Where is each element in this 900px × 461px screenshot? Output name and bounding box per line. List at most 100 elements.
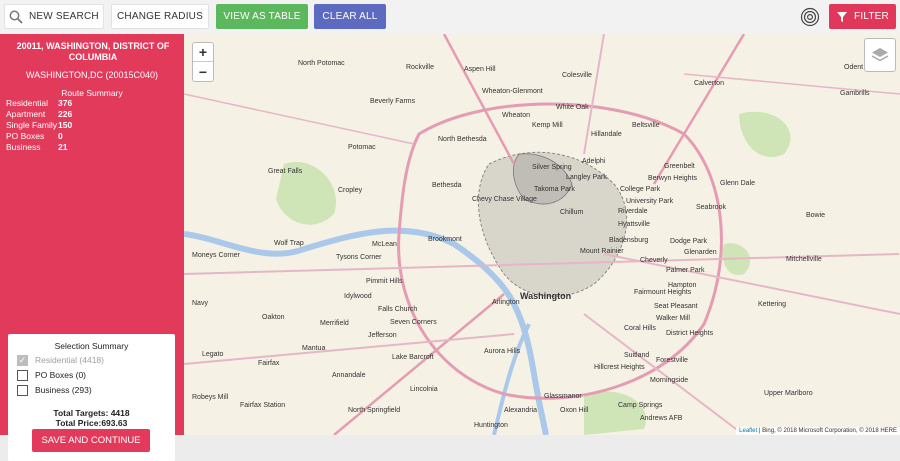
place-label: Calverton bbox=[694, 80, 724, 87]
business-checkbox-row[interactable]: Business (293) bbox=[17, 384, 92, 396]
map-view[interactable]: North Potomac Rockville Aspen Hill Coles… bbox=[184, 34, 900, 435]
residential-label: Residential (4418) bbox=[35, 355, 104, 365]
layers-icon bbox=[871, 48, 889, 62]
business-label: Business (293) bbox=[35, 385, 92, 395]
place-label: Riverdale bbox=[618, 208, 648, 215]
place-label: Gambrills bbox=[840, 90, 870, 97]
place-label: Jefferson bbox=[368, 332, 397, 339]
route-value: 376 bbox=[58, 98, 73, 108]
filter-icon bbox=[837, 11, 848, 22]
change-radius-button[interactable]: CHANGE RADIUS bbox=[111, 4, 209, 29]
place-label: Wolf Trap bbox=[274, 240, 304, 247]
place-label: Cheverly bbox=[640, 257, 668, 264]
new-search-button[interactable]: NEW SEARCH bbox=[4, 4, 104, 29]
place-label: Great Falls bbox=[268, 168, 303, 175]
route-row: PO Boxes 0 bbox=[6, 131, 126, 142]
place-label: Hampton bbox=[668, 282, 697, 289]
place-label: Mount Rainier bbox=[580, 248, 624, 255]
place-label: Potomac bbox=[348, 144, 376, 151]
place-label: Seven Corners bbox=[390, 319, 437, 326]
place-label: Palmer Park bbox=[666, 267, 705, 274]
place-label: Alexandria bbox=[504, 407, 538, 414]
filter-label: FILTER bbox=[854, 11, 889, 22]
place-label: Oakton bbox=[262, 314, 285, 321]
place-label: Merrifield bbox=[320, 320, 349, 327]
route-label: Business bbox=[6, 142, 41, 152]
place-label: Adelphi bbox=[582, 158, 606, 165]
address-subtitle: WASHINGTON,DC (20015C040) bbox=[25, 70, 159, 80]
total-price: Total Price:693.63 bbox=[55, 418, 128, 428]
place-label: Tysons Corner bbox=[336, 254, 382, 261]
route-row: Residential 376 bbox=[6, 98, 126, 109]
view-as-table-button[interactable]: VIEW AS TABLE bbox=[216, 4, 308, 29]
totals: Total Targets: 4418 Total Price:693.63 bbox=[8, 408, 175, 428]
place-label: Chevy Chase Village bbox=[472, 196, 537, 203]
route-summary-title: Route Summary bbox=[61, 88, 123, 98]
place-label: Colesville bbox=[562, 72, 592, 79]
zoom-out-button[interactable]: − bbox=[193, 62, 213, 81]
view-as-table-label: VIEW AS TABLE bbox=[223, 11, 301, 22]
zoom-in-button[interactable]: + bbox=[193, 43, 213, 62]
place-label: Andrews AFB bbox=[640, 415, 683, 422]
place-label: Suitland bbox=[624, 352, 650, 359]
place-label: Hyattsville bbox=[618, 221, 650, 228]
place-label: Fairfax bbox=[258, 360, 280, 367]
place-label: Seabrook bbox=[696, 204, 726, 211]
place-label: Pimmit Hills bbox=[366, 278, 403, 285]
top-toolbar: NEW SEARCH CHANGE RADIUS VIEW AS TABLE C… bbox=[0, 0, 900, 34]
route-value: 0 bbox=[58, 131, 63, 141]
place-label: College Park bbox=[620, 186, 661, 193]
place-label: University Park bbox=[626, 198, 674, 205]
place-label: Langley Park bbox=[566, 174, 607, 181]
place-label: Moneys Corner bbox=[192, 252, 240, 259]
place-label: Odent bbox=[844, 64, 864, 71]
po-boxes-checkbox[interactable] bbox=[17, 369, 28, 381]
filter-button[interactable]: FILTER bbox=[829, 4, 896, 29]
place-label: North Springfield bbox=[348, 407, 401, 414]
place-label: Dodge Park bbox=[670, 238, 707, 245]
residential-checkbox: ✓ bbox=[17, 354, 28, 366]
place-label: McLean bbox=[372, 241, 397, 248]
layers-button[interactable] bbox=[864, 38, 896, 72]
place-label: North Potomac bbox=[298, 60, 345, 67]
po-boxes-checkbox-row[interactable]: PO Boxes (0) bbox=[17, 369, 86, 381]
place-label: Rockville bbox=[406, 64, 435, 71]
place-label: Beverly Farms bbox=[370, 98, 416, 105]
place-label: Idylwood bbox=[344, 293, 372, 300]
place-label: Navy bbox=[192, 300, 208, 307]
route-label: PO Boxes bbox=[6, 131, 45, 141]
place-label: Beltsville bbox=[632, 122, 660, 129]
place-label: Glenarden bbox=[684, 249, 717, 256]
place-label: Walker Mill bbox=[656, 315, 690, 322]
place-label: Fairmount Heights bbox=[634, 289, 692, 296]
route-row: Business 21 bbox=[6, 142, 126, 153]
place-label: Mitchellville bbox=[786, 256, 822, 263]
route-label: Apartment bbox=[6, 109, 46, 119]
place-label: District Heights bbox=[666, 330, 714, 337]
route-summary-list: Residential 376 Apartment 226 Single Famil… bbox=[6, 98, 126, 153]
target-icon[interactable] bbox=[800, 7, 820, 27]
place-label: Wheaton-Glenmont bbox=[482, 88, 543, 95]
clear-all-button[interactable]: CLEAR ALL bbox=[314, 4, 386, 29]
place-label: Silver Spring bbox=[532, 164, 572, 171]
route-label: Single Family bbox=[6, 120, 58, 130]
place-label: Bladensburg bbox=[609, 237, 649, 244]
place-label-washington: Washington bbox=[520, 291, 572, 301]
route-value: 150 bbox=[58, 120, 73, 130]
place-label: Brookmont bbox=[428, 236, 462, 243]
place-label: White Oak bbox=[556, 104, 589, 111]
zoom-control: + − bbox=[192, 42, 214, 82]
leaflet-link[interactable]: Leaflet bbox=[739, 428, 757, 434]
clear-all-label: CLEAR ALL bbox=[322, 11, 378, 22]
business-checkbox[interactable] bbox=[17, 384, 28, 396]
route-value: 226 bbox=[58, 109, 73, 119]
place-label: Hillcrest Heights bbox=[594, 364, 645, 371]
place-label: Robeys Mill bbox=[192, 394, 229, 401]
place-label: Berwyn Heights bbox=[648, 175, 698, 182]
place-label: Legato bbox=[202, 351, 224, 358]
place-label: Cropley bbox=[338, 187, 363, 194]
place-label: Takoma Park bbox=[534, 186, 575, 193]
place-label: Falls Church bbox=[378, 306, 418, 313]
place-label: Annandale bbox=[332, 372, 366, 379]
save-and-continue-button[interactable]: SAVE AND CONTINUE bbox=[32, 429, 150, 452]
